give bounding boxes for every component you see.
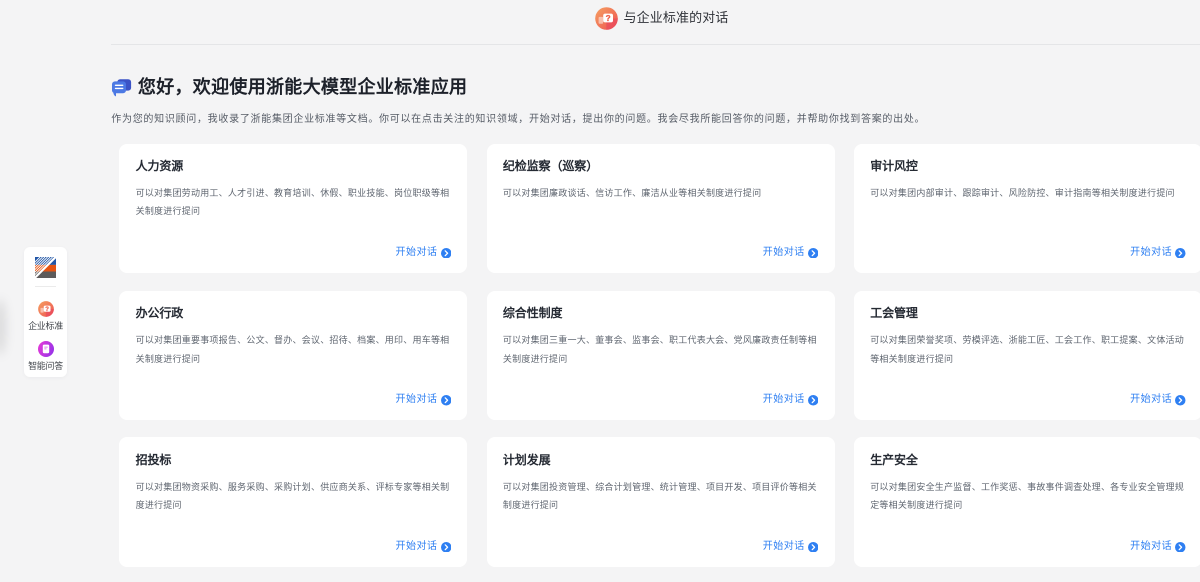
svg-text:?: ? [45, 307, 49, 313]
svg-text:?: ? [605, 13, 610, 22]
